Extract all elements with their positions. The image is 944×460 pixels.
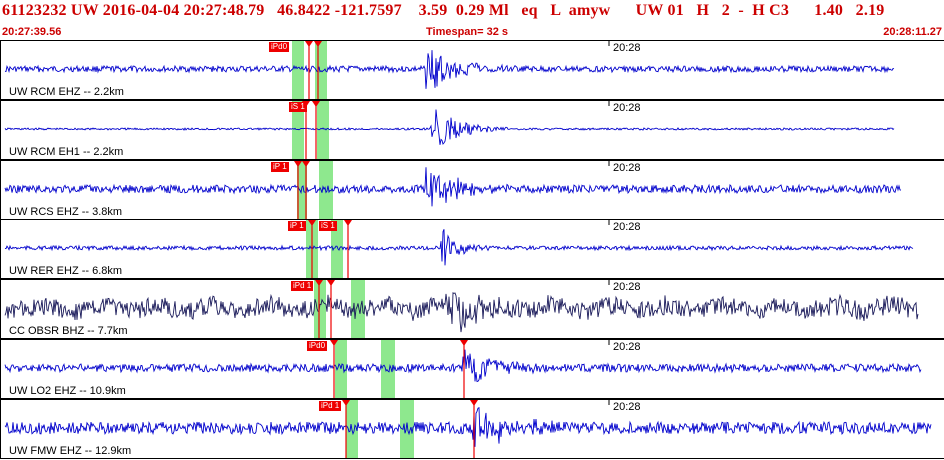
seismic-trace (4, 167, 902, 207)
time-window (400, 400, 414, 458)
station-label: UW RCM EH1 -- 2.2km (9, 146, 124, 158)
event-header: 61123232 UW 2016-04-04 20:27:48.79 46.84… (0, 0, 944, 40)
waveform-svg (4, 280, 919, 338)
pick-label[interactable]: iPd0 (269, 42, 290, 52)
pick-label[interactable]: iS 1 (289, 102, 307, 112)
timespan-label: Timespan= 32 s (426, 26, 509, 38)
time-window (381, 340, 395, 398)
time-window (317, 101, 329, 159)
trace-panel: iPd0 20:28 UW RCM EHZ -- 2.2km (0, 40, 944, 100)
waveform-svg (4, 340, 922, 398)
waveform-svg (4, 41, 895, 99)
seismic-trace (4, 50, 895, 89)
trace-panel: iP 1 20:28 UW RCS EHZ -- 3.8km (0, 160, 944, 220)
time-label: 20:28 (613, 281, 641, 293)
seismic-trace (4, 292, 919, 333)
seismic-trace (4, 406, 932, 447)
seismic-trace (4, 349, 922, 383)
pick-label[interactable]: iP 1 (271, 162, 289, 172)
station-label: UW LO2 EHZ -- 10.9km (9, 385, 126, 397)
trace-panel: iS 1 20:28 UW RCM EH1 -- 2.2km (0, 100, 944, 160)
time-label: 20:28 (613, 102, 641, 114)
time-window (292, 41, 304, 99)
trace-panel: iPd 1 20:28 CC OBSR BHZ -- 7.7km (0, 279, 944, 339)
trace-panel: iPd0 20:28 UW LO2 EHZ -- 10.9km (0, 339, 944, 399)
pick-label[interactable]: iP 1 (288, 221, 306, 231)
end-time: 20:28:11.27 (883, 26, 942, 38)
start-time: 20:27:39.56 (2, 26, 62, 38)
seismic-trace (4, 229, 914, 266)
arrival-marker-icon[interactable] (327, 280, 335, 286)
station-label: UW RCS EHZ -- 3.8km (9, 206, 123, 218)
time-label: 20:28 (613, 401, 641, 413)
arrival-marker-icon[interactable] (470, 400, 478, 406)
waveform-svg (4, 220, 914, 278)
pick-label[interactable]: iPd 1 (319, 401, 342, 411)
trace-panel: iP 1 iS 1 20:28 UW RER EHZ -- 6.8km (0, 219, 944, 279)
pick-label[interactable]: iPd0 (307, 341, 328, 351)
time-label: 20:28 (613, 162, 641, 174)
pick-label[interactable]: iS 1 (319, 221, 337, 231)
event-summary: 61123232 UW 2016-04-04 20:27:48.79 46.84… (2, 2, 885, 19)
waveform-svg (4, 400, 932, 458)
station-label: CC OBSR BHZ -- 7.7km (9, 325, 128, 337)
station-label: UW RER EHZ -- 6.8km (9, 265, 123, 277)
waveform-svg (4, 161, 902, 219)
trace-panel: iPd 1 20:28 UW FMW EHZ -- 12.9km (0, 399, 944, 459)
station-label: UW RCM EHZ -- 2.2km (9, 86, 124, 98)
arrival-marker-icon[interactable] (460, 340, 468, 346)
pick-label[interactable]: iPd 1 (291, 281, 314, 291)
arrival-marker-icon[interactable] (305, 41, 313, 47)
seismic-trace (4, 109, 895, 145)
time-window (314, 280, 326, 338)
time-label: 20:28 (613, 221, 641, 233)
time-label: 20:28 (613, 42, 641, 54)
time-label: 20:28 (613, 341, 641, 353)
waveform-svg (4, 101, 895, 159)
arrival-marker-icon[interactable] (344, 220, 352, 226)
station-label: UW FMW EHZ -- 12.9km (9, 445, 132, 457)
